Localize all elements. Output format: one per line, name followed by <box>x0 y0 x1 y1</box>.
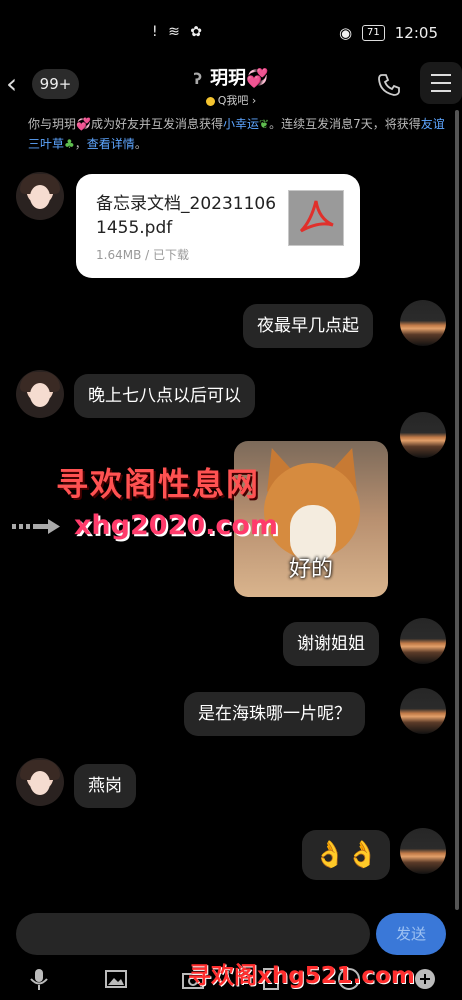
contact-name: 玥玥 <box>210 68 247 89</box>
status-right: ◉ 71 12:05 <box>339 24 438 42</box>
microphone-icon[interactable] <box>26 966 52 992</box>
image-icon[interactable] <box>103 966 129 992</box>
arrow-icon <box>12 519 60 534</box>
watermark-footer: 寻欢阁xhg521.com <box>188 963 415 989</box>
watermark-text: 寻欢阁性息网 <box>56 465 261 503</box>
file-message[interactable]: 备忘录文档_202311061455.pdf 1.64MB / 已下载 <box>76 174 360 278</box>
status-bar: ! ≋ ✿ ◉ 71 12:05 <box>0 0 462 62</box>
emoji-message[interactable]: 👌👌 <box>302 830 390 880</box>
message-bubble-outgoing[interactable]: 夜最早几点起 <box>243 304 373 348</box>
message-bubble-outgoing[interactable]: 是在海珠哪一片呢？ <box>184 692 365 736</box>
file-name: 备忘录文档_202311061455.pdf <box>96 194 277 238</box>
my-avatar[interactable] <box>400 828 446 874</box>
status-dot-icon <box>205 96 215 106</box>
message-input[interactable] <box>16 913 370 955</box>
lucky-link[interactable]: 小幸运 <box>223 117 259 131</box>
watermark-url: xhg2020.com <box>74 510 279 541</box>
heart-icon: 💞 <box>246 68 269 89</box>
menu-icon[interactable] <box>420 62 462 104</box>
ear-icon: ʔ <box>193 70 203 88</box>
pdf-icon <box>288 190 344 246</box>
contact-avatar[interactable] <box>16 758 64 806</box>
clock: 12:05 <box>394 24 438 42</box>
message-bubble-incoming[interactable]: 晚上七八点以后可以 <box>74 374 255 418</box>
send-button[interactable]: 发送 <box>376 913 446 955</box>
notification-icons: ! ≋ ✿ <box>152 24 205 40</box>
battery-icon: 71 <box>362 25 385 41</box>
sprout-icon: ❦ <box>259 117 270 131</box>
message-bubble-incoming[interactable]: 燕岗 <box>74 764 136 808</box>
message-bubble-outgoing[interactable]: 谢谢姐姐 <box>283 622 379 666</box>
phone-icon[interactable] <box>376 72 402 98</box>
details-link[interactable]: 查看详情 <box>87 137 135 151</box>
clover-icon: ♣ <box>64 137 75 151</box>
friendship-notice: 你与玥玥💞成为好友并互发消息获得小幸运❦。连续互发消息7天，将获得友谊三叶草♣，… <box>28 117 445 151</box>
my-avatar[interactable] <box>400 688 446 734</box>
contact-avatar[interactable] <box>16 370 64 418</box>
my-avatar[interactable] <box>400 412 446 458</box>
scrollbar[interactable] <box>455 110 459 910</box>
wifi-icon: ◉ <box>338 24 353 42</box>
my-avatar[interactable] <box>400 618 446 664</box>
file-meta: 1.64MB / 已下载 <box>96 248 189 262</box>
contact-avatar[interactable] <box>16 172 64 220</box>
sticker-caption: 好的 <box>288 557 333 582</box>
plus-icon[interactable] <box>412 966 438 992</box>
my-avatar[interactable] <box>400 300 446 346</box>
